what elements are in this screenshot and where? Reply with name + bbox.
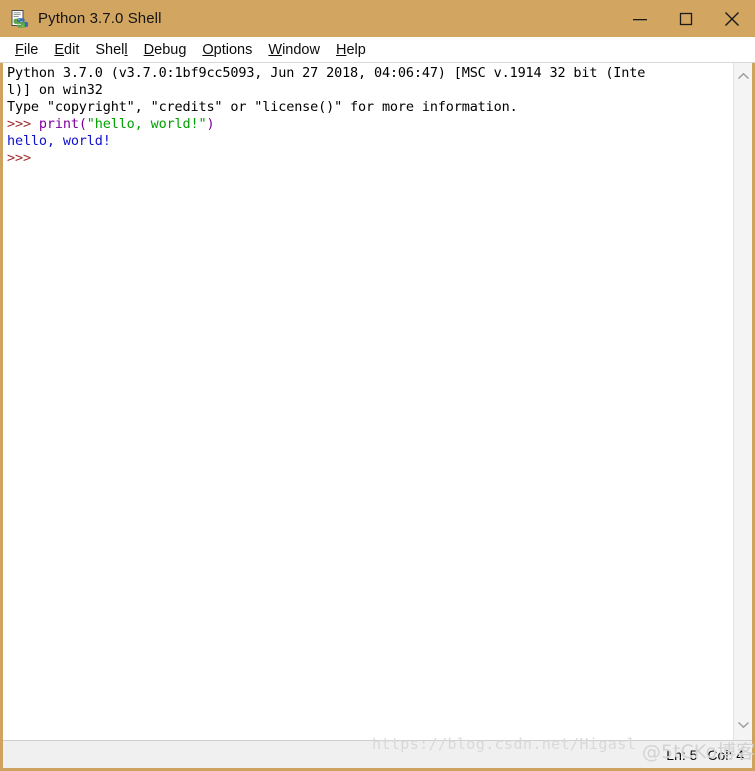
menu-bar: File Edit Shell Debug Options Window Hel…: [0, 37, 755, 63]
shell-content: Python 3.7.0 (v3.7.0:1bf9cc5093, Jun 27 …: [3, 63, 752, 740]
banner-line-2: l)] on win32: [7, 82, 103, 98]
chevron-up-icon: [737, 72, 749, 80]
menu-item-edit[interactable]: Edit: [46, 37, 87, 63]
menu-file-mnemonic: F: [15, 41, 24, 58]
prompt-marker: >>>: [7, 116, 39, 132]
menu-item-window[interactable]: Window: [260, 37, 328, 63]
menu-window-mnemonic: W: [268, 41, 283, 58]
command-keyword: print: [38, 116, 79, 132]
maximize-icon: [679, 12, 693, 25]
menu-item-shell[interactable]: Shell: [87, 37, 135, 63]
command-string: "hello, world!": [86, 116, 207, 132]
minimize-button[interactable]: [617, 0, 663, 37]
status-bar: Ln: 5 Col: 4: [3, 740, 752, 768]
menu-help-rest: elp: [346, 41, 366, 58]
python-file-icon: [11, 9, 29, 28]
menu-options-mnemonic: O: [202, 41, 214, 58]
status-column-indicator: Col: 4: [707, 746, 744, 763]
scroll-down-button[interactable]: [734, 715, 753, 734]
trailing-prompt: >>>: [7, 150, 39, 166]
command-line: >>> print("hello, world!"): [7, 116, 733, 133]
title-bar[interactable]: Python 3.7.0 Shell: [0, 0, 755, 37]
command-open-paren: (: [78, 116, 87, 132]
menu-options-rest: ptions: [213, 41, 253, 58]
vertical-scrollbar[interactable]: [733, 63, 752, 740]
scroll-up-button[interactable]: [734, 67, 753, 86]
window-title: Python 3.7.0 Shell: [38, 10, 162, 27]
maximize-button[interactable]: [663, 0, 709, 37]
scrollbar-track[interactable]: [734, 86, 753, 715]
menu-window-rest: indow: [282, 41, 320, 58]
menu-debug-mnemonic: D: [143, 41, 155, 58]
menu-debug-rest: ebug: [154, 41, 187, 58]
title-bar-left: Python 3.7.0 Shell: [0, 9, 617, 28]
command-close-paren: ): [206, 116, 215, 132]
banner-line-3: Type "copyright", "credits" or "license(…: [7, 99, 518, 115]
menu-item-options[interactable]: Options: [194, 37, 260, 63]
command-output: hello, world!: [7, 133, 111, 149]
python-shell-window: Python 3.7.0 Shell File Edit Shell Debug…: [0, 0, 755, 771]
chevron-down-icon: [737, 721, 749, 729]
menu-edit-rest: dit: [64, 41, 80, 58]
menu-item-debug[interactable]: Debug: [136, 37, 195, 63]
menu-file-rest: ile: [23, 41, 39, 58]
menu-item-help[interactable]: Help: [328, 37, 374, 63]
banner-line-1: Python 3.7.0 (v3.7.0:1bf9cc5093, Jun 27 …: [7, 65, 646, 81]
menu-help-mnemonic: H: [335, 41, 347, 58]
menu-edit-mnemonic: E: [54, 41, 65, 58]
menu-shell-mnemonic: l: [124, 41, 128, 58]
close-icon: [725, 11, 739, 26]
minimize-icon: [633, 18, 647, 20]
close-button[interactable]: [709, 0, 755, 37]
menu-item-file[interactable]: File: [7, 37, 46, 63]
shell-text-area[interactable]: Python 3.7.0 (v3.7.0:1bf9cc5093, Jun 27 …: [3, 63, 733, 740]
status-line-indicator: Ln: 5: [666, 746, 698, 763]
menu-shell-pre: Shel: [95, 41, 125, 58]
